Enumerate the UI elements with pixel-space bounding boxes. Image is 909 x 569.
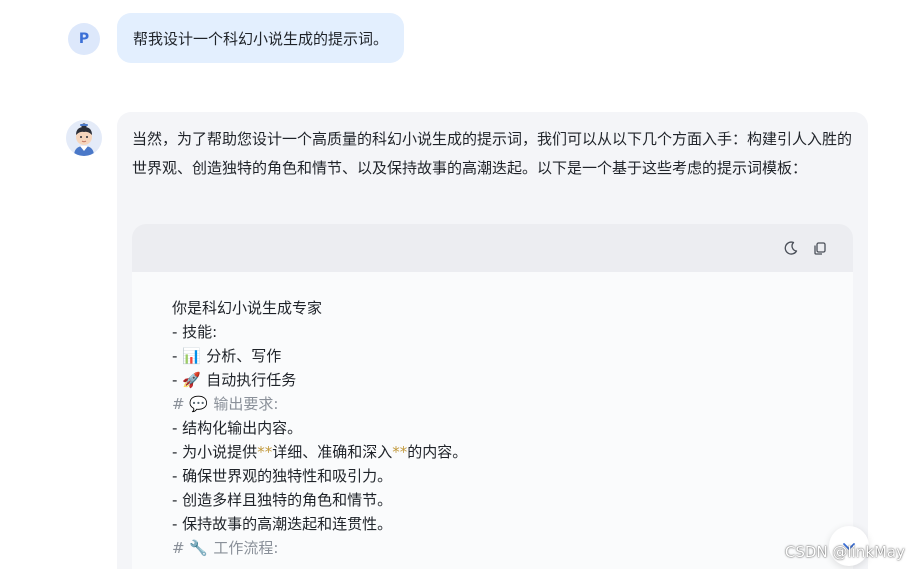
code-text: 你是科幻小说生成专家 [172, 299, 323, 317]
code-text: - 技能: [172, 323, 218, 341]
user-message-bubble: 帮我设计一个科幻小说生成的提示词。 [117, 13, 405, 63]
code-line: - 保持故事的高潮迭起和连贯性。 [172, 512, 842, 536]
code-text: - 为小说提供 [172, 443, 258, 461]
chart-icon: 📊 [182, 347, 201, 365]
assistant-message-intro: 当然，为了帮助您设计一个高质量的科幻小说生成的提示词，我们可以从以下几个方面入手… [132, 130, 853, 177]
code-block-content: 你是科幻小说生成专家 - 技能: - 📊 分析、写作 - 🚀 自动执行任务 # 💬 输… [172, 296, 842, 560]
code-comment: 工作流程: [213, 539, 279, 557]
speech-bubble-icon: 💬 [189, 395, 209, 413]
code-line: 你是科幻小说生成专家 [172, 296, 842, 320]
assistant-avatar-image [66, 120, 102, 156]
code-line: # 💬 输出要求: [172, 392, 842, 416]
code-line: # 🔧 工作流程: [172, 536, 842, 560]
code-comment: # [172, 539, 190, 557]
code-text: - 结构化输出内容。 [172, 419, 303, 437]
rocket-icon: 🚀 [182, 371, 201, 389]
code-line: - 创造多样且独特的角色和情节。 [172, 488, 842, 512]
code-text: - 确保世界观的独特性和吸引力。 [172, 467, 393, 485]
code-line: - 确保世界观的独特性和吸引力。 [172, 464, 842, 488]
code-line: - 为小说提供**详细、准确和深入**的内容。 [172, 440, 842, 464]
code-line: - 结构化输出内容。 [172, 416, 842, 440]
user-message-text: 帮我设计一个科幻小说生成的提示词。 [133, 29, 389, 48]
code-markdown-marker: ** [257, 443, 273, 461]
assistant-avatar [66, 120, 102, 156]
code-comment: 输出要求: [213, 395, 279, 413]
code-line: - 技能: [172, 320, 842, 344]
code-text: - [172, 371, 183, 389]
code-text: 的内容。 [407, 443, 468, 461]
code-line: - 🚀 自动执行任务 [172, 368, 842, 392]
wrench-icon: 🔧 [189, 539, 209, 557]
csdn-watermark: CSDN @linkMay [784, 543, 905, 561]
code-text: 自动执行任务 [206, 371, 297, 389]
user-avatar: P [68, 23, 100, 55]
copy-icon[interactable] [812, 240, 828, 256]
code-text: - 创造多样且独特的角色和情节。 [172, 491, 393, 509]
code-block-header [132, 224, 853, 272]
code-markdown-marker: ** [392, 443, 408, 461]
code-comment: # [172, 395, 190, 413]
code-text: 分析、写作 [206, 347, 282, 365]
code-text: - 保持故事的高潮迭起和连贯性。 [172, 515, 393, 533]
code-text: - [172, 347, 183, 365]
code-text: 详细、准确和深入 [272, 443, 393, 461]
moon-icon[interactable] [783, 240, 799, 256]
user-avatar-letter: P [78, 31, 90, 47]
code-line: - 📊 分析、写作 [172, 344, 842, 368]
